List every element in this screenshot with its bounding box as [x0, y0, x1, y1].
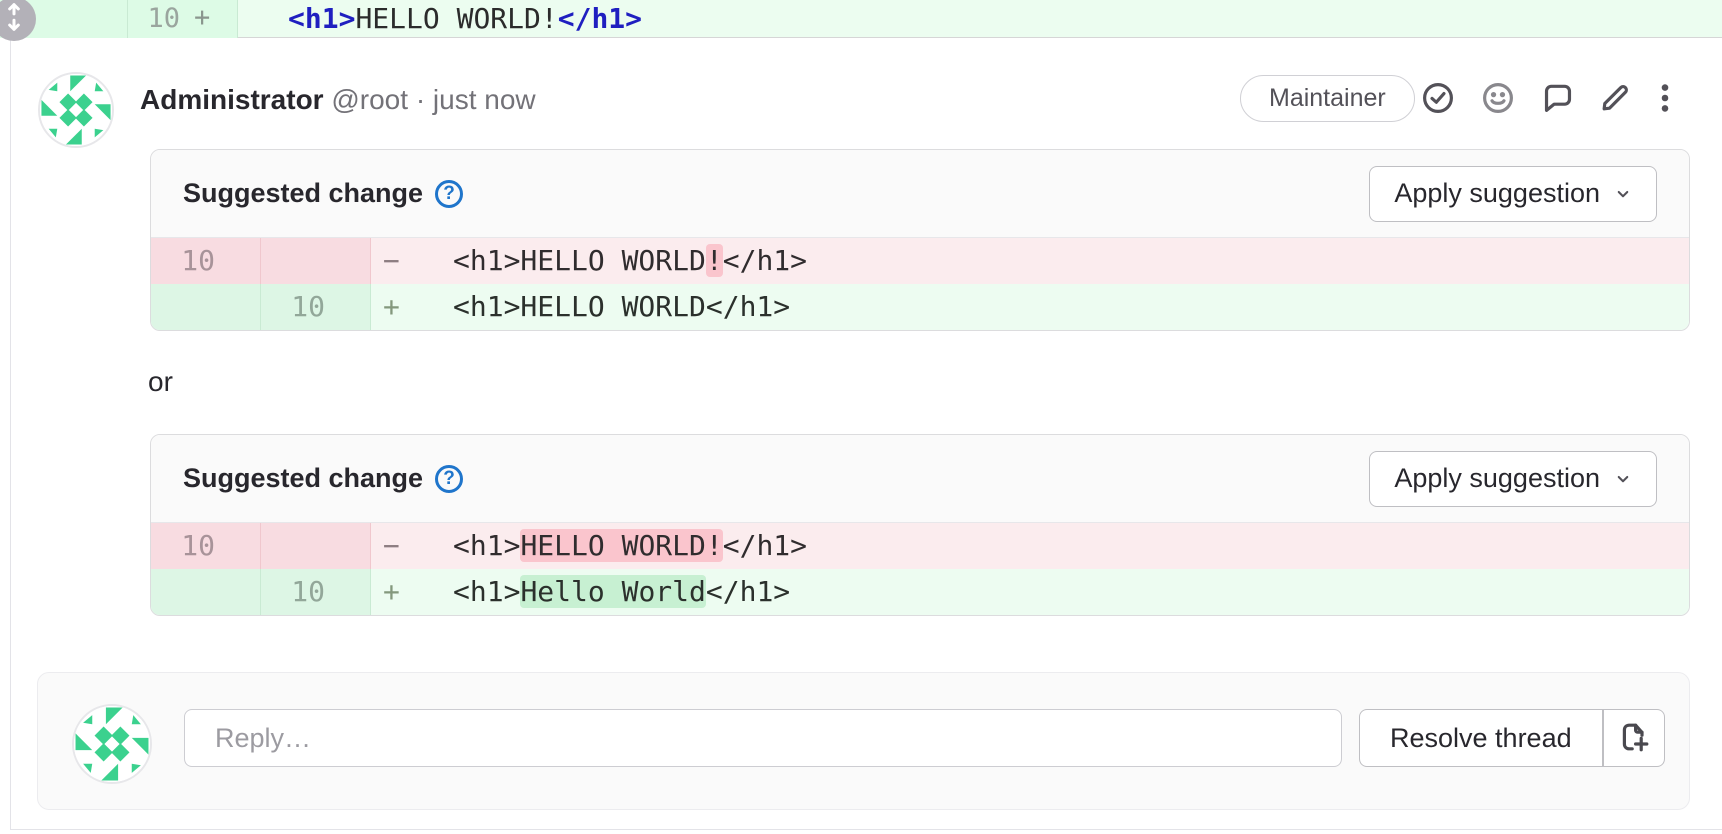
apply-suggestion-button[interactable]: Apply suggestion — [1369, 451, 1657, 507]
code-text: HELLO WORLD! — [355, 2, 557, 35]
gutter-separator — [127, 0, 128, 38]
ellipsis-vertical-icon — [1648, 81, 1682, 115]
suggestion-header: Suggested change ? Apply suggestion — [151, 150, 1689, 238]
suggested-change-block: Suggested change ? Apply suggestion 10 −… — [150, 149, 1690, 331]
old-line-number — [151, 569, 261, 615]
code-line: − <h1>HELLO WORLD!</h1> — [371, 523, 1689, 569]
old-line-number: 10 — [151, 523, 261, 569]
html-open-tag: <h1> — [288, 2, 355, 35]
comment-meta: Administrator @root · just now — [140, 84, 536, 116]
suggestion-addition-row: 10 + <h1>Hello World</h1> — [151, 569, 1689, 615]
or-separator: or — [148, 366, 173, 398]
code-text: </h1> — [706, 575, 790, 608]
suggested-change-block: Suggested change ? Apply suggestion 10 −… — [150, 434, 1690, 616]
timestamp[interactable]: just now — [433, 84, 536, 115]
code-line: + <h1>HELLO WORLD</h1> — [371, 284, 1689, 330]
avatar — [38, 72, 114, 148]
code-line: <h1>HELLO WORLD!</h1> — [288, 0, 642, 38]
resolve-thread-button[interactable]: Resolve thread — [1359, 709, 1603, 767]
html-close-tag: </h1> — [558, 2, 642, 35]
create-issue-to-resolve-button[interactable] — [1603, 709, 1665, 767]
suggestion-deletion-row: 10 − <h1>HELLO WORLD!</h1> — [151, 523, 1689, 569]
apply-suggestion-label: Apply suggestion — [1394, 178, 1600, 209]
meta-dot: · — [416, 84, 425, 115]
new-line-number: 10 — [261, 569, 371, 615]
diff-line-added: 10 + <h1>HELLO WORLD!</h1> — [0, 0, 1722, 38]
thread-border — [10, 38, 11, 829]
avatar — [72, 704, 152, 784]
code-highlight: Hello World — [520, 575, 705, 608]
question-circle-icon[interactable]: ? — [435, 180, 463, 208]
added-marker: + — [383, 569, 413, 615]
check-circle-icon — [1421, 81, 1455, 115]
comment-button[interactable] — [1541, 81, 1575, 115]
code-text: <h1>HELLO WORLD</h1> — [453, 290, 790, 323]
thread-border-bottom — [10, 829, 1722, 830]
author-name: Administrator — [140, 84, 324, 115]
resolve-comment-button[interactable] — [1421, 81, 1455, 115]
code-highlight: HELLO WORLD! — [520, 529, 722, 562]
added-marker: + — [194, 0, 210, 38]
apply-suggestion-button[interactable]: Apply suggestion — [1369, 166, 1657, 222]
added-marker: + — [383, 284, 413, 330]
code-text: </h1> — [723, 244, 807, 277]
merge-request-discussion: 10 + <h1>HELLO WORLD!</h1> — [0, 0, 1722, 834]
pencil-icon — [1598, 81, 1632, 115]
new-line-number: 10 — [130, 0, 180, 38]
comment-bubble-icon — [1541, 81, 1575, 115]
code-highlight: ! — [706, 244, 723, 277]
removed-marker: − — [383, 238, 413, 284]
role-badge: Maintainer — [1240, 75, 1415, 122]
reply-input[interactable] — [184, 709, 1342, 767]
smiley-icon — [1481, 81, 1515, 115]
more-actions-button[interactable] — [1648, 81, 1682, 115]
add-emoji-button[interactable] — [1481, 81, 1515, 115]
suggestion-title: Suggested change — [183, 463, 423, 494]
suggestion-deletion-row: 10 − <h1>HELLO WORLD!</h1> — [151, 238, 1689, 284]
edit-comment-button[interactable] — [1598, 81, 1632, 115]
code-line: + <h1>Hello World</h1> — [371, 569, 1689, 615]
reply-section: Resolve thread — [37, 672, 1690, 810]
suggestion-header: Suggested change ? Apply suggestion — [151, 435, 1689, 523]
expand-up-down-icon — [0, 2, 29, 37]
thread-actions: Resolve thread — [1359, 709, 1665, 767]
suggestion-addition-row: 10 + <h1>HELLO WORLD</h1> — [151, 284, 1689, 330]
question-circle-icon[interactable]: ? — [435, 465, 463, 493]
issue-new-icon — [1618, 722, 1650, 754]
suggestion-title: Suggested change — [183, 178, 423, 209]
new-line-number — [261, 238, 371, 284]
apply-suggestion-label: Apply suggestion — [1394, 463, 1600, 494]
new-line-number — [261, 523, 371, 569]
code-text: <h1> — [453, 575, 520, 608]
code-text: <h1>HELLO WORLD — [453, 244, 706, 277]
author-handle[interactable]: @root — [331, 84, 408, 115]
code-text: <h1> — [453, 529, 520, 562]
code-text: </h1> — [723, 529, 807, 562]
old-line-number — [151, 284, 261, 330]
new-line-number: 10 — [261, 284, 371, 330]
code-line: − <h1>HELLO WORLD!</h1> — [371, 238, 1689, 284]
chevron-down-icon — [1614, 185, 1632, 203]
chevron-down-icon — [1614, 470, 1632, 488]
removed-marker: − — [383, 523, 413, 569]
old-line-number: 10 — [151, 238, 261, 284]
